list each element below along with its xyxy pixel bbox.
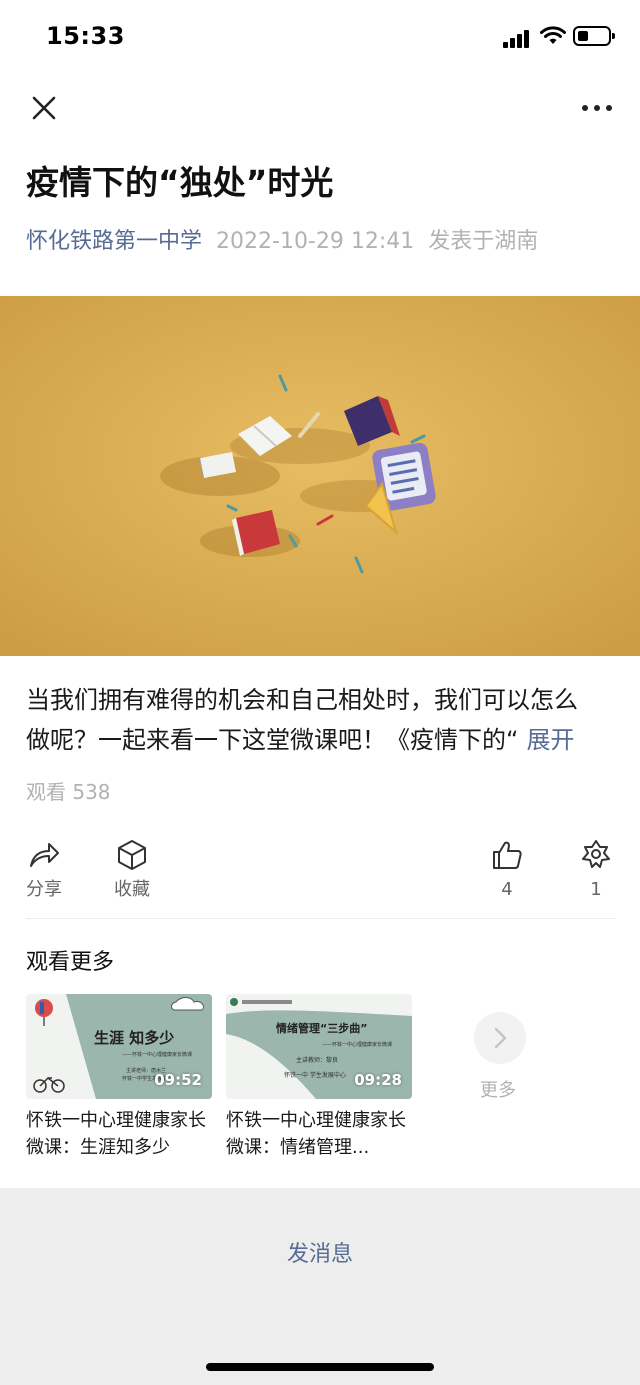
thumb-sub-text: ——怀铁一中心理健康家长微课 [322, 1041, 392, 1048]
video-card[interactable]: 生涯 知多少 ——怀铁一中心理健康家长微课 主讲老师：唐木兰 怀铁一中学生发展中… [26, 994, 212, 1161]
share-icon [30, 843, 59, 867]
thumbs-up-icon [493, 841, 522, 869]
video-thumbnail: 生涯 知多少 ——怀铁一中心理健康家长微课 主讲老师：唐木兰 怀铁一中学生发展中… [26, 994, 212, 1099]
more-options-icon[interactable] [580, 98, 614, 118]
more-videos-label: 更多 [480, 1080, 516, 1101]
wow-count: 1 [590, 879, 602, 900]
video-card-title: 怀铁一中心理健康家长微课：情绪管理... [226, 1110, 406, 1158]
thumb-title-text: 生涯 知多少 [94, 1029, 174, 1047]
thumb-teacher-text: 主讲教师：黎良 [296, 1056, 338, 1064]
article-meta: 怀化铁路第一中学 2022-10-29 12:41 发表于湖南 [26, 226, 538, 258]
thumb-sub-text: ——怀铁一中心理健康家长微课 [122, 1051, 192, 1058]
description-line-2: 做呢？一起来看一下这堂微课吧！《疫情下的“ [26, 726, 519, 754]
cube-icon [118, 840, 146, 870]
collect-label: 收藏 [114, 879, 150, 900]
share-label: 分享 [26, 879, 62, 900]
more-videos-button[interactable] [474, 1012, 526, 1064]
video-card[interactable]: 情绪管理“三步曲” ——怀铁一中心理健康家长微课 主讲教师：黎良 怀铁一中 学生… [226, 994, 412, 1161]
like-button[interactable]: 4 [477, 838, 537, 902]
divider [26, 918, 616, 919]
video-frame-illustration [0, 296, 640, 656]
video-player[interactable] [0, 296, 640, 656]
wifi-icon [540, 26, 566, 44]
view-count: 观看 538 [26, 780, 111, 804]
cellular-signal-icon [503, 28, 531, 48]
more-videos-title: 观看更多 [26, 950, 115, 975]
publish-location: 发表于湖南 [428, 229, 539, 254]
home-indicator[interactable] [206, 1363, 434, 1371]
close-icon[interactable] [28, 92, 60, 124]
publish-date: 2022-10-29 12:41 [216, 229, 415, 254]
like-count: 4 [501, 879, 513, 900]
thumb-org-text: 怀铁一中 学生发展中心 [284, 1071, 346, 1079]
send-message-button[interactable]: 发消息 [0, 1236, 640, 1268]
share-button[interactable]: 分享 [14, 838, 74, 902]
expand-link[interactable]: 展开 [526, 726, 574, 754]
status-time: 15:33 [46, 22, 125, 50]
wow-button[interactable]: 1 [566, 838, 626, 902]
collect-button[interactable]: 收藏 [102, 838, 162, 902]
chevron-right-icon [494, 1027, 507, 1049]
article-description: 当我们拥有难得的机会和自己相处时，我们可以怎么 做呢？一起来看一下这堂微课吧！《… [26, 680, 620, 760]
star-icon [582, 840, 610, 868]
video-thumbnail: 情绪管理“三步曲” ——怀铁一中心理健康家长微课 主讲教师：黎良 怀铁一中 学生… [226, 994, 412, 1099]
video-card-title: 怀铁一中心理健康家长微课：生涯知多少 [26, 1110, 206, 1158]
bottom-bar [0, 1188, 640, 1385]
video-duration: 09:28 [354, 1071, 402, 1089]
description-line-1: 当我们拥有难得的机会和自己相处时，我们可以怎么 [26, 686, 578, 714]
battery-icon [573, 26, 615, 46]
thumb-title-text: 情绪管理“三步曲” [276, 1021, 367, 1035]
video-duration: 09:52 [154, 1071, 202, 1089]
article-title: 疫情下的“独处”时光 [26, 163, 334, 202]
author-link[interactable]: 怀化铁路第一中学 [26, 229, 202, 254]
